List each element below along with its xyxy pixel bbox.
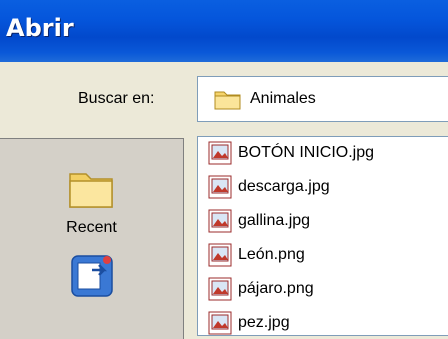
- look-in-dropdown[interactable]: Animales: [197, 76, 448, 122]
- look-in-label: Buscar en:: [78, 90, 155, 107]
- folder-icon: [214, 88, 242, 115]
- recent-label[interactable]: Recent: [0, 219, 183, 237]
- image-file-icon: [208, 141, 232, 165]
- window-title: Abrir: [6, 14, 74, 42]
- file-list[interactable]: BOTÓN INICIO.jpg descarga.jpg gallina.jp…: [197, 136, 448, 336]
- image-file-icon: [208, 311, 232, 335]
- list-item[interactable]: pez.jpg: [208, 309, 290, 335]
- places-bar: Recent: [0, 138, 184, 339]
- image-file-icon: [208, 209, 232, 233]
- image-file-icon: [208, 175, 232, 199]
- list-item[interactable]: pájaro.png: [208, 275, 314, 303]
- list-item[interactable]: BOTÓN INICIO.jpg: [208, 139, 374, 167]
- file-name: BOTÓN INICIO.jpg: [238, 144, 375, 161]
- look-in-value: Animales: [250, 90, 316, 107]
- desktop-icon[interactable]: [70, 254, 114, 303]
- file-name: León.png: [238, 246, 305, 263]
- file-name: pájaro.png: [238, 280, 314, 297]
- image-file-icon: [208, 277, 232, 301]
- title-bar[interactable]: Abrir: [0, 0, 448, 62]
- list-item[interactable]: León.png: [208, 241, 305, 269]
- file-name: pez.jpg: [238, 314, 290, 331]
- list-item[interactable]: descarga.jpg: [208, 173, 330, 201]
- file-name: gallina.jpg: [238, 212, 311, 229]
- file-name: descarga.jpg: [238, 178, 330, 195]
- image-file-icon: [208, 243, 232, 267]
- list-item[interactable]: gallina.jpg: [208, 207, 310, 235]
- recent-folder-icon[interactable]: [66, 164, 116, 215]
